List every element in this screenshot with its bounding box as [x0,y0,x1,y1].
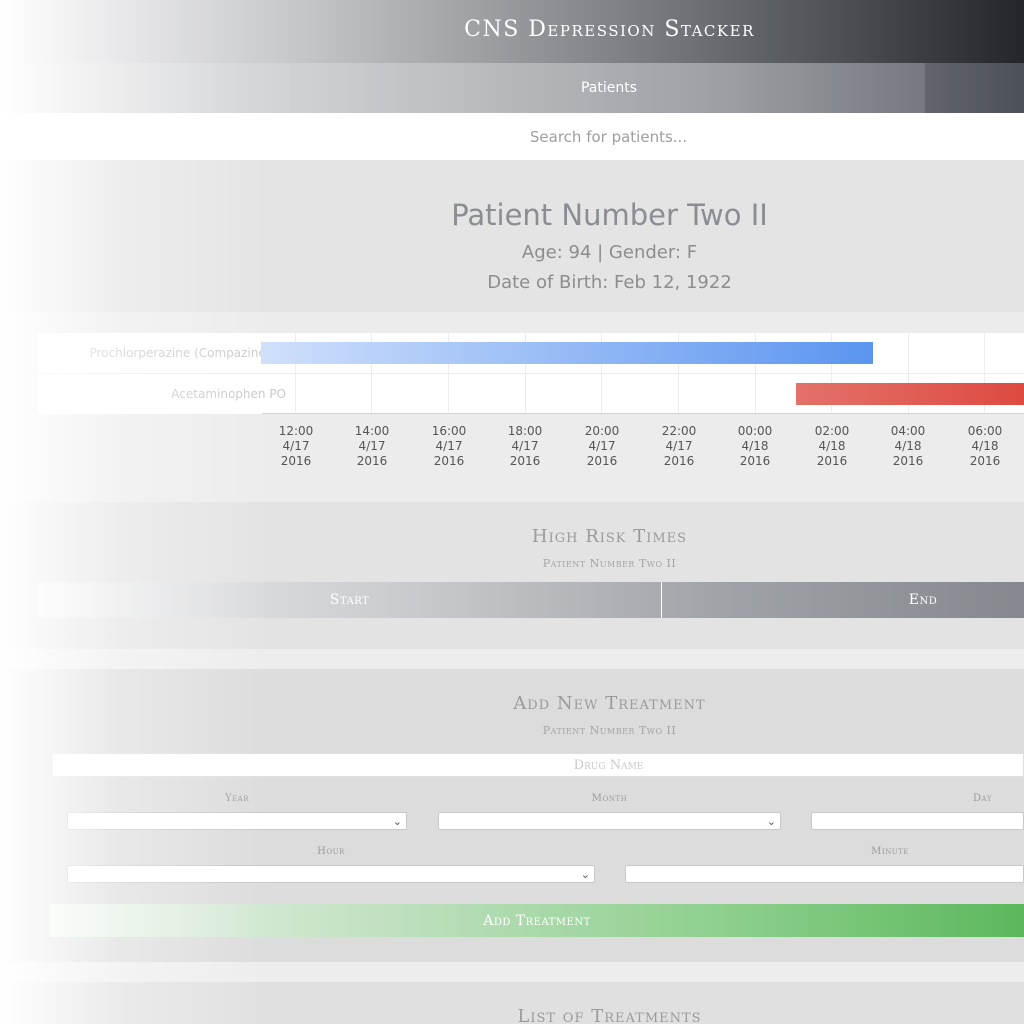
timeline-tick: 22:00 4/17 2016 [661,424,697,468]
app-title: CNS Depression Stacker [464,17,755,42]
timeline-tick: 18:00 4/17 2016 [507,424,543,468]
timeline-tick: 14:00 4/17 2016 [354,424,390,468]
month-label: Month [591,793,628,804]
nav-bar: Patients [0,63,1024,113]
timeline-row-prochlorperazine: Prochlorperazine (Compazine) IV [38,333,1024,373]
nav-tab-patients[interactable]: Patients [292,63,925,113]
section-gap [0,962,1024,982]
year-select[interactable]: ⌄ [67,812,407,830]
patient-dob: Date of Birth: Feb 12, 1922 [487,272,732,293]
timeline-row-label: Prochlorperazine (Compazine) IV [89,346,287,360]
chevron-down-icon: ⌄ [580,868,590,881]
patient-age-gender: Age: 94 | Gender: F [521,242,698,263]
high-risk-subtitle: Patient Number Two II [542,557,677,570]
add-treatment-title: Add New Treatment [513,693,706,714]
timeline-tick: 16:00 4/17 2016 [431,424,467,468]
day-label: Day [973,793,992,804]
app-page: CNS Depression Stacker Patients Patient … [0,0,1024,1024]
timeline-bar-prochlorperazine[interactable] [261,342,873,364]
timeline-bar-acetaminophen[interactable] [796,383,1024,405]
year-label: Year [224,793,250,804]
high-risk-section: High Risk Times Patient Number Two II St… [0,502,1024,649]
treatments-list-section: List of Treatments [0,982,1024,1024]
chevron-down-icon: ⌄ [766,815,776,828]
add-treatment-section: Add New Treatment Patient Number Two II … [0,669,1024,962]
month-select[interactable]: ⌄ [438,812,781,830]
timeline-axis [262,413,1024,414]
nav-right-block [925,63,1024,113]
start-column-header: Start [329,592,370,608]
timeline-tick: 20:00 4/17 2016 [584,424,620,468]
high-risk-table-header: Start End [38,582,1024,618]
timeline-tick: 00:00 4/18 2016 [737,424,773,468]
timeline-tick: 04:00 4/18 2016 [890,424,926,468]
treatments-list-title: List of Treatments [517,1006,702,1024]
chevron-down-icon: ⌄ [392,815,402,828]
timeline-tick: 02:00 4/18 2016 [814,424,850,468]
minute-select[interactable] [625,865,1024,883]
patient-search-input[interactable] [0,113,1024,160]
app-header: CNS Depression Stacker [0,0,1024,63]
patient-info: Patient Number Two II Age: 94 | Gender: … [0,160,1024,312]
hour-select[interactable]: ⌄ [67,865,595,883]
hour-label: Hour [317,846,345,857]
drug-name-input[interactable] [52,753,1024,777]
day-select[interactable] [811,812,1024,830]
end-column-header: End [908,592,938,608]
timeline-tick: 06:00 4/18 2016 [967,424,1003,468]
add-treatment-button[interactable]: Add Treatment [50,904,1024,937]
high-risk-title: High Risk Times [531,526,688,547]
patient-name: Patient Number Two II [451,198,768,232]
timeline-row-acetaminophen: Acetaminophen PO [38,374,1024,414]
section-gap [0,649,1024,669]
add-treatment-subtitle: Patient Number Two II [542,724,677,737]
treatment-timeline: Prochlorperazine (Compazine) IV Acetamin… [0,312,1024,502]
timeline-tick: 12:00 4/17 2016 [278,424,314,468]
minute-label: Minute [871,846,909,857]
timeline-row-label: Acetaminophen PO [171,387,286,401]
